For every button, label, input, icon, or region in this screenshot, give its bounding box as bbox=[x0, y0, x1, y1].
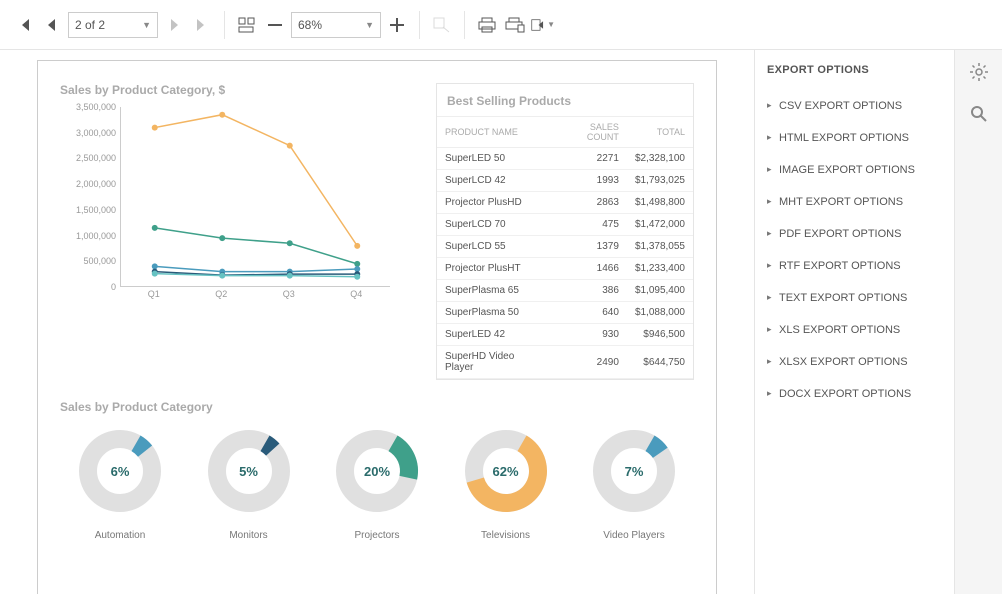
next-page-button bbox=[162, 13, 186, 37]
best-selling-table: Best Selling Products PRODUCT NAME SALES… bbox=[436, 83, 694, 380]
table-row: Projector PlusHT1466$1,233,400 bbox=[437, 258, 693, 280]
table-row: SuperLCD 551379$1,378,055 bbox=[437, 236, 693, 258]
zoom-text: 68% bbox=[298, 18, 322, 32]
donut-chart: 6%Automation bbox=[60, 426, 180, 541]
table-row: SuperLED 42930$946,500 bbox=[437, 324, 693, 346]
report-page: Sales by Product Category, $ 0500,0001,0… bbox=[37, 60, 717, 594]
table-row: SuperPlasma 50640$1,088,000 bbox=[437, 302, 693, 324]
export-option[interactable]: DOCX EXPORT OPTIONS bbox=[767, 378, 942, 410]
table-row: SuperLED 502271$2,328,100 bbox=[437, 148, 693, 170]
report-viewer[interactable]: Sales by Product Category, $ 0500,0001,0… bbox=[0, 50, 754, 594]
export-option[interactable]: XLS EXPORT OPTIONS bbox=[767, 314, 942, 346]
export-option[interactable]: RTF EXPORT OPTIONS bbox=[767, 250, 942, 282]
col-product-name: PRODUCT NAME bbox=[437, 117, 550, 148]
zoom-out-button[interactable] bbox=[263, 13, 287, 37]
export-option[interactable]: PDF EXPORT OPTIONS bbox=[767, 218, 942, 250]
caret-down-icon: ▼ bbox=[142, 20, 151, 30]
table-row: SuperLCD 70475$1,472,000 bbox=[437, 214, 693, 236]
side-rail bbox=[954, 50, 1002, 594]
export-button[interactable]: ▼ bbox=[531, 13, 555, 37]
donut-chart: 20%Projectors bbox=[317, 426, 437, 541]
col-total: TOTAL bbox=[627, 117, 693, 148]
export-option[interactable]: MHT EXPORT OPTIONS bbox=[767, 186, 942, 218]
donut-chart: 62%Televisions bbox=[446, 426, 566, 541]
export-option[interactable]: XLSX EXPORT OPTIONS bbox=[767, 346, 942, 378]
table-row: Projector PlusHD2863$1,498,800 bbox=[437, 192, 693, 214]
col-sales-count: SALES COUNT bbox=[550, 117, 627, 148]
highlight-button bbox=[430, 13, 454, 37]
zoom-in-button[interactable] bbox=[385, 13, 409, 37]
zoom-selector[interactable]: 68% ▼ bbox=[291, 12, 381, 38]
table-row: SuperLCD 421993$1,793,025 bbox=[437, 170, 693, 192]
search-icon[interactable] bbox=[967, 102, 991, 126]
export-option[interactable]: HTML EXPORT OPTIONS bbox=[767, 122, 942, 154]
donut-chart: 7%Video Players bbox=[574, 426, 694, 541]
settings-icon[interactable] bbox=[967, 60, 991, 84]
caret-down-icon: ▼ bbox=[365, 20, 374, 30]
export-options-title: EXPORT OPTIONS bbox=[767, 64, 942, 76]
page-selector[interactable]: 2 of 2 ▼ bbox=[68, 12, 158, 38]
table-row: SuperPlasma 65386$1,095,400 bbox=[437, 280, 693, 302]
table-row: SuperHD Video Player2490$644,750 bbox=[437, 346, 693, 379]
toolbar: 2 of 2 ▼ 68% ▼ ▼ bbox=[0, 0, 1002, 50]
first-page-button[interactable] bbox=[12, 13, 36, 37]
page-info-text: 2 of 2 bbox=[75, 18, 105, 32]
export-options-panel: EXPORT OPTIONS CSV EXPORT OPTIONSHTML EX… bbox=[754, 50, 954, 594]
line-chart: 0500,0001,000,0001,500,0002,000,0002,500… bbox=[60, 107, 390, 307]
last-page-button bbox=[190, 13, 214, 37]
table-title: Best Selling Products bbox=[437, 84, 693, 116]
multipage-button[interactable] bbox=[235, 13, 259, 37]
line-chart-title: Sales by Product Category, $ bbox=[60, 83, 420, 97]
donut-section-title: Sales by Product Category bbox=[60, 400, 694, 414]
prev-page-button[interactable] bbox=[40, 13, 64, 37]
export-option[interactable]: IMAGE EXPORT OPTIONS bbox=[767, 154, 942, 186]
print-button[interactable] bbox=[475, 13, 499, 37]
donut-chart: 5%Monitors bbox=[189, 426, 309, 541]
export-option[interactable]: TEXT EXPORT OPTIONS bbox=[767, 282, 942, 314]
export-option[interactable]: CSV EXPORT OPTIONS bbox=[767, 90, 942, 122]
print-page-button[interactable] bbox=[503, 13, 527, 37]
